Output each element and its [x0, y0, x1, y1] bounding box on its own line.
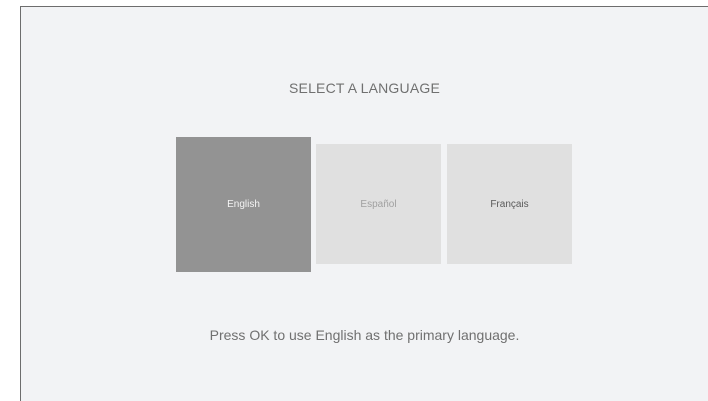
instruction-text: Press OK to use English as the primary l…	[209, 327, 520, 343]
language-option-label: Español	[360, 198, 397, 210]
language-select-screen: SELECT A LANGUAGE English Español França…	[20, 6, 708, 401]
language-option-label: Français	[490, 198, 529, 210]
language-option-english[interactable]: English	[176, 137, 311, 272]
language-option-espanol[interactable]: Español	[316, 144, 441, 264]
page-title: SELECT A LANGUAGE	[289, 80, 440, 96]
language-option-francais[interactable]: Français	[447, 144, 572, 264]
language-option-label: English	[227, 199, 260, 210]
